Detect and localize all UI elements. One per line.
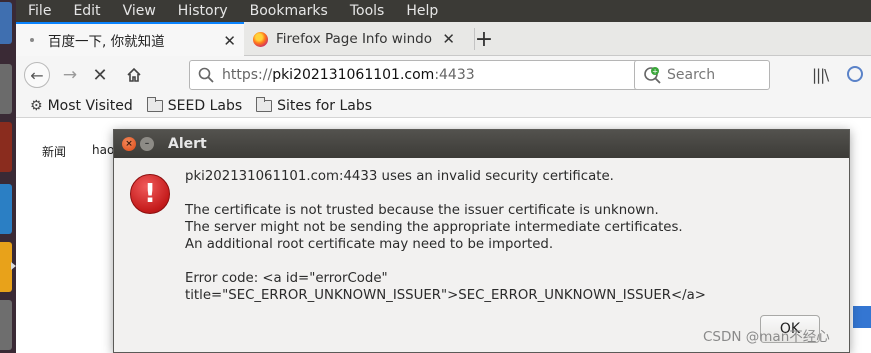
dialog-title: Alert <box>168 136 207 152</box>
firefox-icon <box>253 31 268 47</box>
dialog-error-code: Error code: <a id="errorCode" <box>185 271 388 286</box>
forward-button[interactable]: → <box>58 62 82 88</box>
close-tab-icon[interactable]: ✕ <box>223 32 236 50</box>
ubuntu-launcher <box>0 0 16 353</box>
url-bar[interactable]: https:// pki202131061101.com :4433 <box>189 60 640 90</box>
page-button-edge[interactable] <box>853 306 871 328</box>
bookmark-most-visited[interactable]: ⚙ Most Visited <box>30 98 133 114</box>
tab-title: 百度一下, 你就知道 <box>48 34 165 50</box>
tab-bar: 百度一下, 你就知道 ✕ Firefox Page Info windo ✕ + <box>16 22 871 56</box>
svg-text:+: + <box>652 68 658 76</box>
launcher-app-icon[interactable] <box>0 184 12 234</box>
bookmark-label: Sites for Labs <box>277 97 373 114</box>
back-button[interactable]: ← <box>24 62 50 88</box>
bookmark-label: Most Visited <box>47 97 133 114</box>
home-icon <box>127 67 141 82</box>
url-host: pki202131061101.com <box>272 67 435 83</box>
search-engine-icon: + <box>644 67 661 84</box>
alert-dialog: × – Alert ! pki202131061101.com:4433 use… <box>113 129 850 353</box>
tab-baidu[interactable]: 百度一下, 你就知道 ✕ <box>16 22 244 56</box>
tab-title: Firefox Page Info windo <box>276 31 432 47</box>
navigation-toolbar: ← → ✕ https:// pki202131061101.com :4433… <box>16 56 871 94</box>
menu-bar: File Edit View History Bookmarks Tools H… <box>16 0 871 22</box>
dialog-error-code: title="SEC_ERROR_UNKNOWN_ISSUER">SEC_ERR… <box>185 288 706 303</box>
bookmark-label: SEED Labs <box>167 97 243 114</box>
dialog-message-line: pki202131061101.com:4433 uses an invalid… <box>185 169 614 184</box>
launcher-app-icon[interactable] <box>0 64 12 114</box>
menu-view[interactable]: View <box>123 3 156 19</box>
gear-icon: ⚙ <box>30 97 43 114</box>
bookmark-sites-for-labs[interactable]: Sites for Labs <box>256 96 373 114</box>
watermark: CSDN @man不经心 <box>703 329 830 345</box>
launcher-app-icon[interactable] <box>0 300 12 350</box>
dialog-message-line: The server might not be sending the appr… <box>185 220 683 235</box>
url-scheme: https:// <box>222 67 273 83</box>
launcher-app-icon[interactable] <box>0 2 12 44</box>
link-news[interactable]: 新闻 <box>42 143 66 160</box>
launcher-app-icon[interactable] <box>0 122 12 172</box>
error-icon: ! <box>130 174 170 214</box>
dialog-message-line: The certificate is not trusted because t… <box>185 203 659 218</box>
link-hao[interactable]: hao <box>92 143 114 157</box>
folder-icon <box>146 96 163 112</box>
menu-tools[interactable]: Tools <box>350 3 385 19</box>
dialog-message-line: An additional root certificate may need … <box>185 237 554 252</box>
globe-icon[interactable] <box>847 66 863 82</box>
menu-bookmarks[interactable]: Bookmarks <box>250 3 328 19</box>
close-window-icon[interactable]: × <box>122 137 136 151</box>
url-port: :4433 <box>434 67 475 83</box>
dialog-titlebar[interactable]: × – Alert <box>114 130 849 158</box>
close-tab-icon[interactable]: ✕ <box>442 30 455 48</box>
menu-file[interactable]: File <box>28 3 51 19</box>
search-bar[interactable]: + Search <box>634 60 770 90</box>
home-button[interactable] <box>122 62 146 88</box>
menu-edit[interactable]: Edit <box>73 3 100 19</box>
menu-help[interactable]: Help <box>406 3 438 19</box>
menu-history[interactable]: History <box>178 3 228 19</box>
minimize-window-icon[interactable]: – <box>140 137 154 151</box>
stop-button[interactable]: ✕ <box>88 62 112 88</box>
search-icon <box>198 67 214 83</box>
loading-dot-icon <box>30 38 34 42</box>
folder-icon <box>256 96 273 112</box>
new-tab-button[interactable]: + <box>470 22 498 56</box>
search-placeholder: Search <box>667 67 716 83</box>
tab-page-info[interactable]: Firefox Page Info windo ✕ <box>245 22 463 56</box>
library-icon[interactable]: |||\ <box>812 66 829 84</box>
bookmark-seed-labs[interactable]: SEED Labs <box>146 96 243 114</box>
bookmarks-toolbar: ⚙ Most Visited SEED Labs Sites for Labs <box>16 94 871 118</box>
